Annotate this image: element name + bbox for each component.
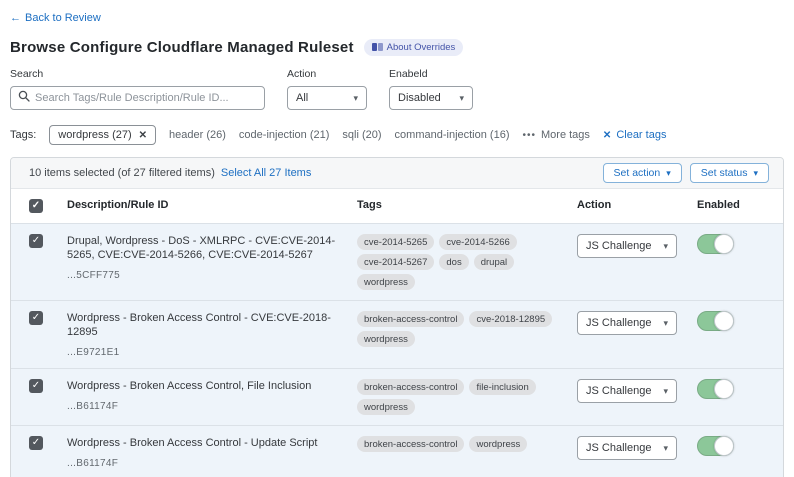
chevron-down-icon: ▾ (663, 443, 668, 454)
tag-pill: wordpress (357, 331, 415, 347)
column-header-enabled: Enabled (685, 189, 783, 223)
table-row: ✓ Wordpress - Broken Access Control - CV… (11, 300, 783, 368)
back-arrow-icon: ← (10, 12, 21, 24)
rule-description: Drupal, Wordpress - DoS - XMLRPC - CVE:C… (67, 234, 357, 262)
chevron-down-icon: ▾ (663, 318, 668, 329)
enabled-filter-label: Enabeld (389, 68, 473, 80)
row-checkbox[interactable]: ✓ (29, 234, 43, 248)
row-checkbox[interactable]: ✓ (29, 311, 43, 325)
tag-pill: wordpress (469, 436, 527, 452)
set-status-button[interactable]: Set status▾ (690, 163, 769, 183)
more-tags-button[interactable]: •••More tags (522, 129, 589, 141)
rule-description: Wordpress - Broken Access Control, File … (67, 379, 357, 393)
check-icon: ✓ (32, 381, 40, 391)
about-overrides-badge[interactable]: About Overrides (364, 39, 464, 56)
tag-pill: cve-2014-5267 (357, 254, 434, 270)
selection-bar: 10 items selected (of 27 filtered items)… (11, 158, 783, 188)
toggle-knob (714, 311, 734, 331)
enabled-filter-select[interactable]: Disabled ▾ (389, 86, 473, 110)
enabled-toggle[interactable] (697, 379, 734, 399)
tag-pill: cve-2014-5265 (357, 234, 434, 250)
check-icon: ✓ (32, 438, 40, 448)
table-row: ✓ Wordpress - Broken Access Control, Fil… (11, 368, 783, 425)
action-filter-label: Action (287, 68, 367, 80)
search-input[interactable] (35, 92, 257, 104)
rule-description: Wordpress - Broken Access Control - Upda… (67, 436, 357, 450)
back-link[interactable]: ←Back to Review (10, 12, 101, 24)
tag-filter-option[interactable]: sqli (20) (342, 129, 381, 141)
chevron-down-icon: ▾ (353, 93, 358, 104)
action-select[interactable]: JS Challenge ▾ (577, 379, 677, 403)
tag-filter-option[interactable]: command-injection (16) (395, 129, 510, 141)
tag-remove-icon[interactable]: ✕ (139, 130, 147, 141)
column-header-action: Action (577, 189, 685, 223)
tag-filter-option[interactable]: code-injection (21) (239, 129, 330, 141)
tag-pill: cve-2014-5266 (439, 234, 516, 250)
book-icon (372, 43, 383, 52)
chevron-down-icon: ▾ (666, 168, 671, 179)
chevron-down-icon: ▾ (663, 386, 668, 397)
toggle-knob (714, 234, 734, 254)
check-icon: ✓ (32, 313, 40, 323)
enabled-toggle[interactable] (697, 436, 734, 456)
tag-pill: wordpress (357, 399, 415, 415)
rule-tags: cve-2014-5265 cve-2014-5266 cve-2014-5267 d… (357, 224, 577, 300)
tags-label: Tags: (10, 129, 36, 141)
page: ←Back to Review Browse Configure Cloudfl… (0, 0, 794, 477)
rule-tags: broken-access-control file-inclusion wordp… (357, 369, 577, 425)
action-filter-select[interactable]: All ▾ (287, 86, 367, 110)
tag-pill: wordpress (357, 274, 415, 290)
tag-pill: drupal (474, 254, 514, 270)
selected-tag-chip[interactable]: wordpress (27) ✕ (49, 125, 156, 145)
check-icon: ✓ (32, 201, 40, 211)
selection-summary: 10 items selected (of 27 filtered items) (29, 167, 215, 179)
rule-description: Wordpress - Broken Access Control - CVE:… (67, 311, 357, 339)
table-row: ✓ Drupal, Wordpress - DoS - XMLRPC - CVE… (11, 223, 783, 300)
action-select[interactable]: JS Challenge ▾ (577, 436, 677, 460)
clear-tags-button[interactable]: ✕Clear tags (603, 129, 667, 141)
tag-pill: dos (439, 254, 468, 270)
tag-pill: broken-access-control (357, 379, 464, 395)
table-row: ✓ Wordpress - Broken Access Control - Up… (11, 425, 783, 477)
chevron-down-icon: ▾ (459, 93, 464, 104)
table-header: ✓ Description/Rule ID Tags Action Enable… (11, 188, 783, 223)
row-checkbox[interactable]: ✓ (29, 436, 43, 450)
toggle-knob (714, 379, 734, 399)
tag-pill: file-inclusion (469, 379, 535, 395)
tag-filter-option[interactable]: header (26) (169, 129, 226, 141)
tag-pill: broken-access-control (357, 436, 464, 452)
rule-id: ...B61174F (67, 458, 357, 469)
tag-pill: cve-2018-12895 (469, 311, 552, 327)
row-checkbox[interactable]: ✓ (29, 379, 43, 393)
search-label: Search (10, 68, 265, 80)
rules-table: 10 items selected (of 27 filtered items)… (10, 157, 784, 477)
rule-id: ...B61174F (67, 401, 357, 412)
check-icon: ✓ (32, 236, 40, 246)
chevron-down-icon: ▾ (753, 168, 758, 179)
search-box[interactable] (10, 86, 265, 110)
rule-id: ...E9721E1 (67, 347, 357, 358)
select-all-link[interactable]: Select All 27 Items (221, 167, 312, 179)
rule-tags: broken-access-control cve-2018-12895 wordp… (357, 301, 577, 368)
tag-pill: broken-access-control (357, 311, 464, 327)
column-header-description: Description/Rule ID (67, 189, 357, 223)
enabled-toggle[interactable] (697, 311, 734, 331)
enabled-toggle[interactable] (697, 234, 734, 254)
ellipsis-icon: ••• (522, 130, 536, 141)
column-header-tags: Tags (357, 189, 577, 223)
rule-tags: broken-access-control wordpress (357, 426, 577, 477)
table-body: ✓ Drupal, Wordpress - DoS - XMLRPC - CVE… (11, 223, 783, 477)
search-icon (18, 89, 30, 107)
action-select[interactable]: JS Challenge ▾ (577, 234, 677, 258)
page-title: Browse Configure Cloudflare Managed Rule… (10, 39, 354, 56)
select-all-checkbox[interactable]: ✓ (29, 199, 43, 213)
action-select[interactable]: JS Challenge ▾ (577, 311, 677, 335)
close-icon: ✕ (603, 130, 611, 141)
set-action-button[interactable]: Set action▾ (603, 163, 682, 183)
rule-id: ...5CFF775 (67, 270, 357, 281)
chevron-down-icon: ▾ (663, 241, 668, 252)
toggle-knob (714, 436, 734, 456)
